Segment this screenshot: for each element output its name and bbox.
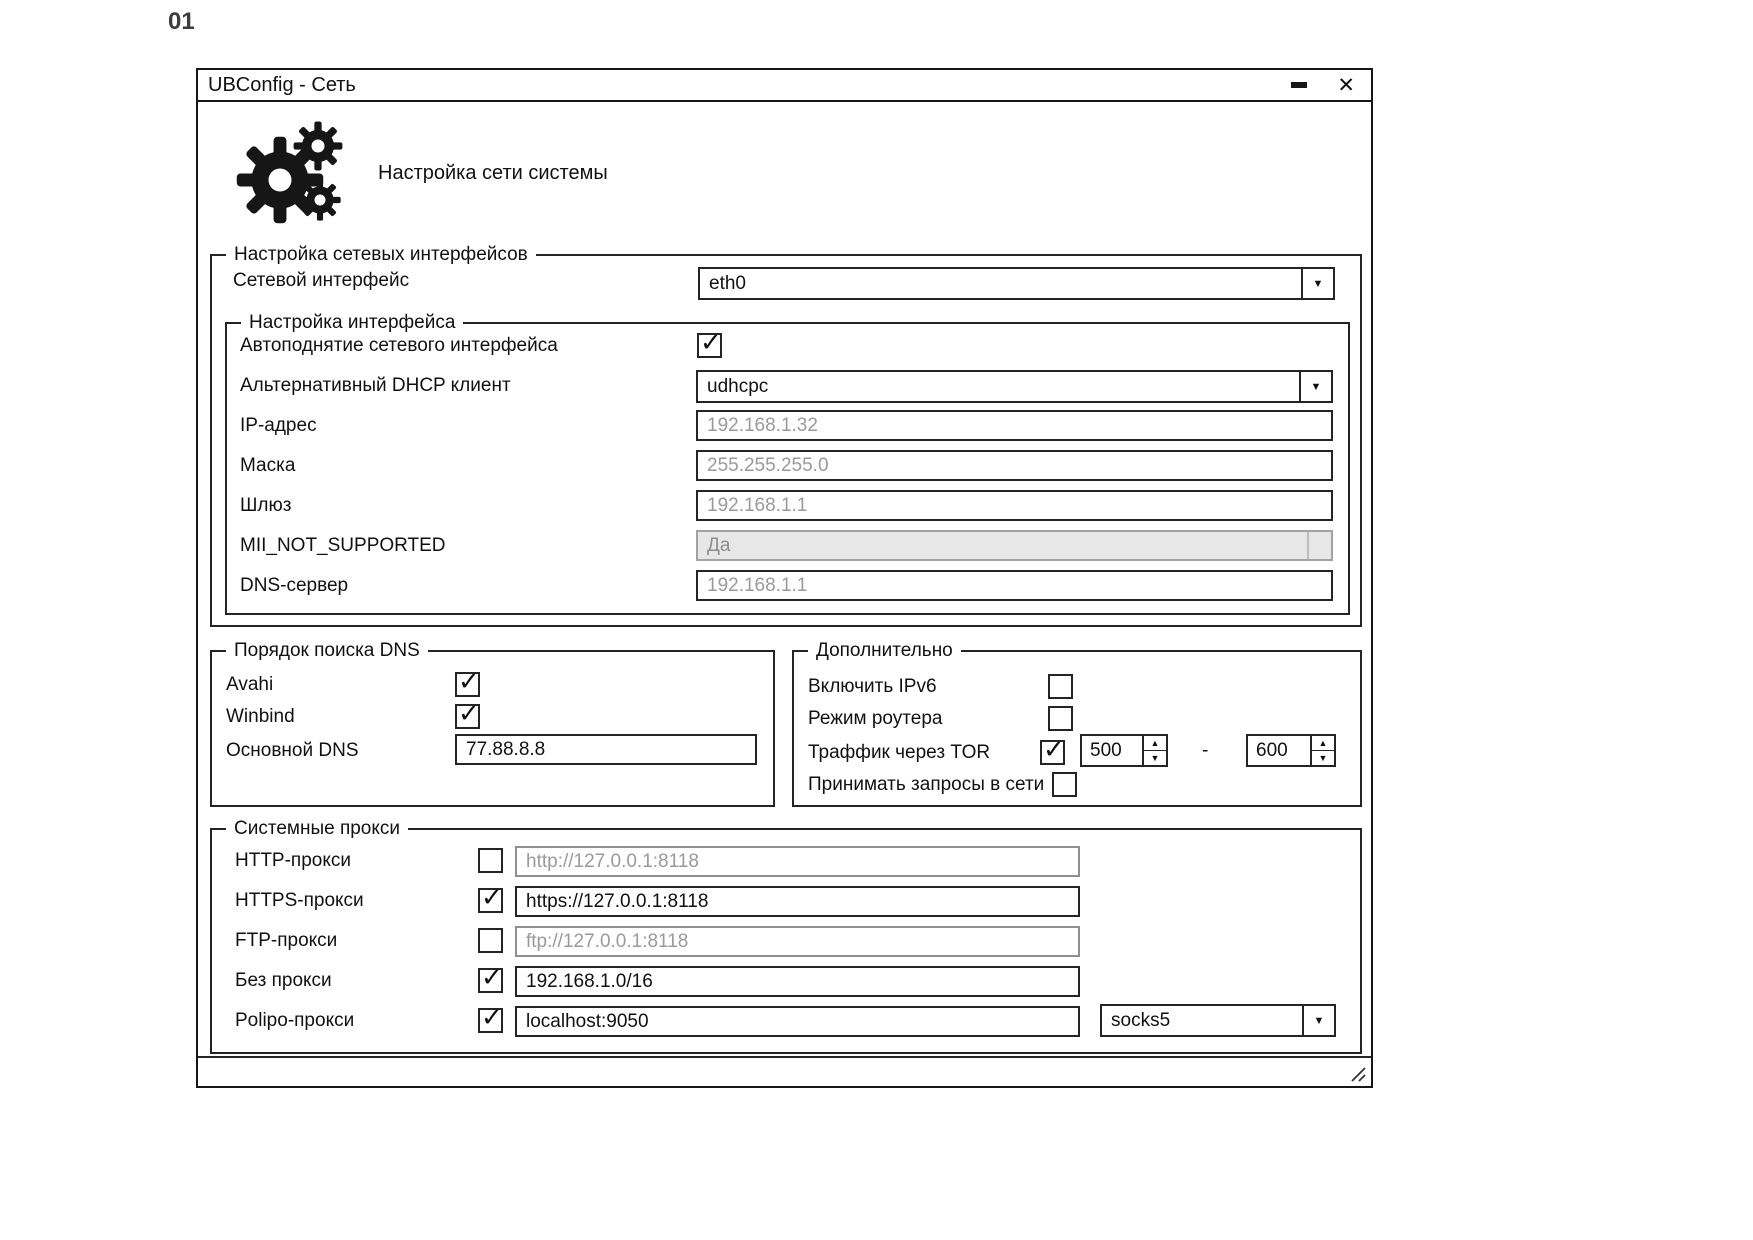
interface-value: eth0: [700, 269, 1301, 298]
title-bar[interactable]: UBConfig - Сеть ✕: [198, 70, 1371, 102]
accept-requests-label: Принимать запросы в сети: [808, 774, 1044, 796]
router-mode-checkbox[interactable]: [1048, 706, 1073, 731]
minimize-icon[interactable]: [1291, 82, 1307, 88]
polipo-proxy-input[interactable]: [515, 1006, 1080, 1037]
ftp-proxy-checkbox[interactable]: [478, 928, 503, 953]
chevron-down-icon[interactable]: ▼: [1299, 372, 1331, 401]
ftp-proxy-label: FTP-прокси: [235, 930, 337, 952]
gateway-label: Шлюз: [240, 495, 291, 517]
polipo-type-value: socks5: [1102, 1006, 1302, 1035]
no-proxy-checkbox[interactable]: ✓: [478, 968, 503, 993]
tor-traffic-label: Траффик через TOR: [808, 742, 990, 764]
arrow-up-icon[interactable]: ▲: [1144, 736, 1166, 751]
page: 01 UBConfig - Сеть ✕ Настройка сети сист…: [0, 0, 1753, 1240]
network-interfaces-group: Настройка сетевых интерфейсов Сетевой ин…: [210, 254, 1362, 627]
tor-port-to-spinner[interactable]: 600 ▲ ▼: [1246, 734, 1336, 767]
accept-requests-checkbox[interactable]: [1052, 772, 1077, 797]
dhcp-client-value: udhcpc: [698, 372, 1299, 401]
auto-up-checkbox[interactable]: ✓: [697, 333, 722, 358]
https-proxy-label: HTTPS-прокси: [235, 890, 364, 912]
polipo-proxy-label: Polipo-прокси: [235, 1010, 354, 1032]
check-icon: ✓: [458, 700, 480, 726]
mii-field: Да: [696, 530, 1333, 561]
additional-legend: Дополнительно: [808, 640, 961, 662]
system-proxies-group: Системные прокси HTTP-прокси HTTPS-прокс…: [210, 828, 1362, 1054]
ipv6-checkbox[interactable]: [1048, 674, 1073, 699]
dns-server-input[interactable]: [696, 570, 1333, 601]
https-proxy-checkbox[interactable]: ✓: [478, 888, 503, 913]
page-number-label: 01: [168, 8, 195, 36]
arrow-up-icon[interactable]: ▲: [1312, 736, 1334, 751]
check-icon: ✓: [1043, 736, 1065, 762]
dhcp-client-label: Альтернативный DHCP клиент: [240, 375, 511, 397]
winbind-checkbox[interactable]: ✓: [455, 704, 480, 729]
spinner-buttons[interactable]: ▲ ▼: [1310, 736, 1334, 765]
primary-dns-label: Основной DNS: [226, 740, 359, 762]
interface-label: Сетевой интерфейс: [233, 270, 409, 292]
primary-dns-input[interactable]: [455, 734, 757, 765]
status-bar: [198, 1056, 1371, 1086]
ip-input[interactable]: [696, 410, 1333, 441]
dns-order-group: Порядок поиска DNS Avahi ✓ Winbind ✓ Осн…: [210, 650, 775, 807]
dhcp-client-select[interactable]: udhcpc ▼: [696, 370, 1333, 403]
check-icon: ✓: [481, 1004, 503, 1030]
ftp-proxy-input[interactable]: [515, 926, 1080, 957]
tor-port-from-spinner[interactable]: 500 ▲ ▼: [1080, 734, 1168, 767]
dns-order-legend: Порядок поиска DNS: [226, 640, 428, 662]
close-icon[interactable]: ✕: [1337, 75, 1355, 96]
auto-up-label: Автоподнятие сетевого интерфейса: [240, 335, 558, 357]
avahi-checkbox[interactable]: ✓: [455, 672, 480, 697]
ipv6-label: Включить IPv6: [808, 676, 937, 698]
check-icon: ✓: [700, 329, 722, 355]
chevron-down-icon[interactable]: ▼: [1301, 269, 1333, 298]
arrow-down-icon[interactable]: ▼: [1144, 751, 1166, 765]
tor-port-to-value: 600: [1248, 736, 1310, 765]
mask-input[interactable]: [696, 450, 1333, 481]
https-proxy-input[interactable]: [515, 886, 1080, 917]
tor-port-from-value: 500: [1082, 736, 1142, 765]
mask-label: Маска: [240, 455, 295, 477]
gears-icon: [234, 120, 364, 236]
no-proxy-label: Без прокси: [235, 970, 332, 992]
arrow-down-icon[interactable]: ▼: [1312, 751, 1334, 765]
http-proxy-input[interactable]: [515, 846, 1080, 877]
additional-group: Дополнительно Включить IPv6 Режим роутер…: [792, 650, 1362, 807]
tor-traffic-checkbox[interactable]: ✓: [1040, 740, 1065, 765]
window-title: UBConfig - Сеть: [208, 74, 356, 97]
system-proxies-legend: Системные прокси: [226, 818, 408, 840]
http-proxy-label: HTTP-прокси: [235, 850, 351, 872]
mii-value: Да: [707, 535, 730, 557]
http-proxy-checkbox[interactable]: [478, 848, 503, 873]
window-controls: ✕: [1291, 75, 1355, 96]
ip-label: IP-адрес: [240, 415, 317, 437]
port-range-separator: -: [1202, 740, 1208, 762]
polipo-proxy-checkbox[interactable]: ✓: [478, 1008, 503, 1033]
dns-server-label: DNS-сервер: [240, 575, 348, 597]
mii-label: MII_NOT_SUPPORTED: [240, 535, 446, 557]
interface-settings-group: Настройка интерфейса Автоподнятие сетево…: [225, 322, 1350, 615]
check-icon: ✓: [481, 964, 503, 990]
interface-settings-legend: Настройка интерфейса: [241, 312, 463, 334]
gateway-input[interactable]: [696, 490, 1333, 521]
winbind-label: Winbind: [226, 706, 295, 728]
chevron-down-icon[interactable]: ▼: [1302, 1006, 1334, 1035]
check-icon: ✓: [458, 668, 480, 694]
spinner-buttons[interactable]: ▲ ▼: [1142, 736, 1166, 765]
interface-select[interactable]: eth0 ▼: [698, 267, 1335, 300]
check-icon: ✓: [481, 884, 503, 910]
network-interfaces-legend: Настройка сетевых интерфейсов: [226, 244, 536, 266]
avahi-label: Avahi: [226, 674, 273, 696]
header-title: Настройка сети системы: [378, 162, 608, 185]
resize-grip-icon[interactable]: [1349, 1065, 1366, 1082]
ubconfig-window: UBConfig - Сеть ✕ Настройка сети системы…: [196, 68, 1373, 1088]
no-proxy-input[interactable]: [515, 966, 1080, 997]
router-mode-label: Режим роутера: [808, 708, 942, 730]
mii-divider: [1307, 532, 1309, 559]
polipo-type-select[interactable]: socks5 ▼: [1100, 1004, 1336, 1037]
